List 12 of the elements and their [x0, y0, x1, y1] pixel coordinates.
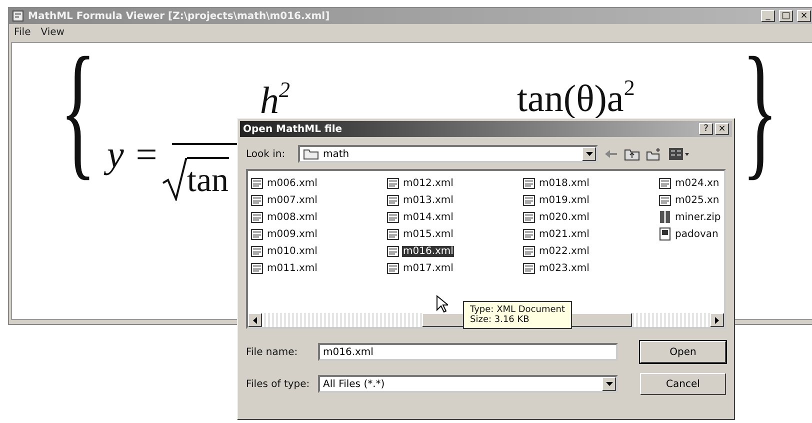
tooltip-text: Size: 3.16 KB [470, 315, 530, 325]
formula-denominator: tan [187, 157, 229, 203]
window-title: MathML Formula Viewer [Z:\projects\math\m016.xml] [28, 10, 331, 22]
formula-brace: } [742, 43, 778, 185]
formula-numerator: h$^{2}$ [260, 81, 290, 121]
formula-brace: { [60, 43, 96, 185]
look-in-label: Look in: [246, 148, 286, 160]
tooltip-text: Type: XML Document [470, 305, 565, 315]
file-type-label: Files of type: [246, 378, 311, 390]
formula-numerator: tan(θ)a$^{2}$ [517, 79, 635, 119]
dialog-title: Open MathML file [243, 124, 344, 134]
file-name-label: File name: [246, 346, 299, 358]
